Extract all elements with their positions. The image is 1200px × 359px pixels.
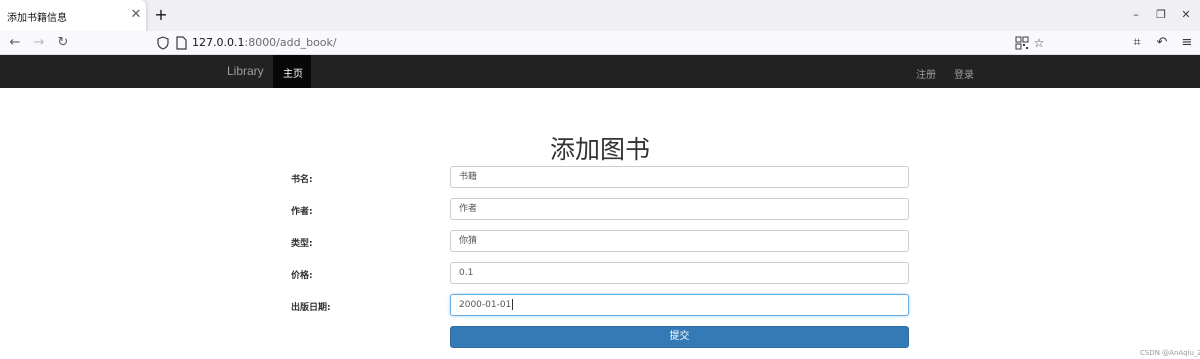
tab-close-icon[interactable]: ✕ [129, 8, 143, 22]
browser-tab-strip: 添加书籍信息 ✕ + – ❐ ✕ [0, 0, 1200, 31]
field-label-type: 类型: [291, 239, 313, 249]
price-input[interactable]: 0.1 [450, 262, 909, 284]
shield-icon [157, 36, 169, 50]
qr-code-icon[interactable] [1015, 36, 1029, 50]
forward-arrow-icon[interactable]: → [30, 34, 48, 52]
nav-item-home[interactable]: 主页 [273, 55, 311, 88]
url-host: 127.0.0.1 [192, 36, 245, 49]
new-tab-button[interactable]: + [152, 6, 170, 24]
publish-date-input[interactable]: 2000-01-01 [450, 294, 909, 316]
page-icon [176, 36, 187, 50]
crop-icon[interactable]: ⌗ [1128, 34, 1146, 52]
browser-tab[interactable]: 添加书籍信息 ✕ [0, 0, 147, 31]
tab-title: 添加书籍信息 [7, 13, 67, 24]
nav-item-register[interactable]: 注册 [916, 66, 936, 81]
star-icon[interactable]: ☆ [1032, 36, 1046, 50]
submit-button[interactable]: 提交 [450, 326, 909, 348]
url-path: :8000/add_book/ [244, 36, 337, 49]
site-navbar: Library 主页 注册 登录 [0, 55, 1200, 88]
page-title: 添加图书 [549, 135, 650, 164]
url-text[interactable]: 127.0.0.1:8000/add_book/ [192, 36, 337, 49]
back-arrow-icon[interactable]: ← [6, 34, 24, 52]
watermark: CSDN @AnAqiu_Z [1140, 349, 1200, 357]
field-label-price: 价格: [291, 271, 313, 281]
menu-icon[interactable]: ≡ [1178, 34, 1196, 52]
restore-icon[interactable]: ❐ [1153, 7, 1169, 23]
text-caret [512, 299, 514, 310]
author-input[interactable]: 作者 [450, 198, 909, 220]
undo-icon[interactable]: ↶ [1153, 34, 1171, 52]
publish-date-value: 2000-01-01 [459, 300, 512, 310]
book-title-input[interactable]: 书籍 [450, 166, 909, 188]
browser-toolbar: ← → ↻ 127.0.0.1:8000/add_book/ ☆ ⌗ ↶ ≡ [0, 31, 1200, 55]
close-icon[interactable]: ✕ [1178, 7, 1194, 23]
field-label-author: 作者: [291, 207, 313, 217]
reload-icon[interactable]: ↻ [54, 34, 72, 52]
url-bar[interactable]: 127.0.0.1:8000/add_book/ ☆ [150, 33, 1050, 53]
type-input[interactable]: 你猜 [450, 230, 909, 252]
field-label-title: 书名: [291, 175, 313, 185]
field-label-publish-date: 出版日期: [291, 303, 331, 313]
nav-item-home-label: 主页 [283, 69, 303, 80]
navbar-brand[interactable]: Library [227, 64, 264, 78]
minimize-icon[interactable]: – [1128, 7, 1144, 23]
nav-item-login[interactable]: 登录 [954, 66, 974, 81]
